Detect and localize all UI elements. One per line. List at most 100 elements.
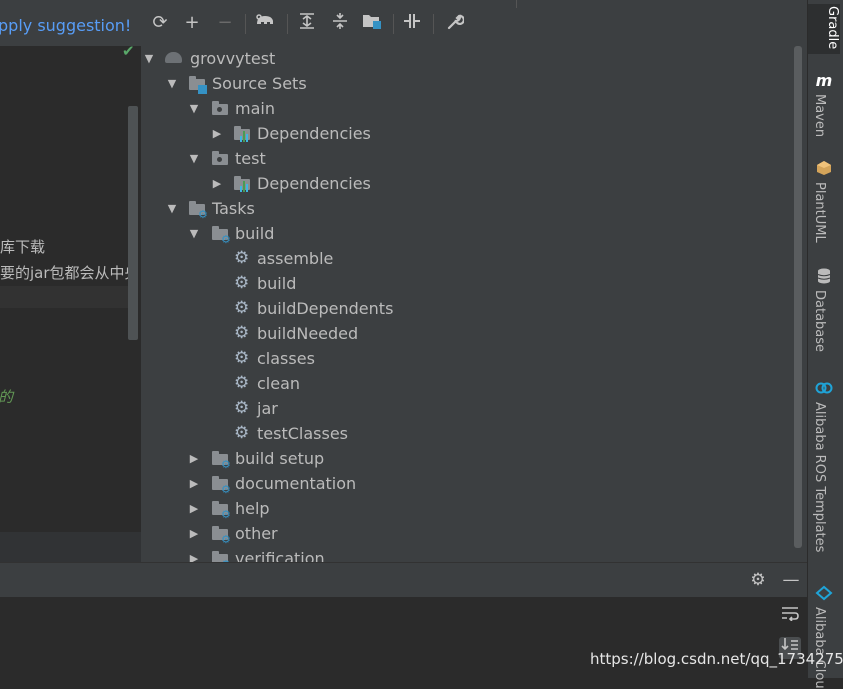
soft-wrap-icon[interactable] (779, 605, 801, 627)
code-comment: 的 (0, 386, 13, 407)
tree-node-label: main (235, 99, 275, 118)
tree-node-label: classes (257, 349, 315, 368)
tree-node-label: Dependencies (257, 174, 371, 193)
collapsed-arrow-icon[interactable]: ▶ (188, 496, 200, 521)
apply-suggestion-link[interactable]: pply suggestion! (0, 16, 131, 35)
tree-node-label: build (257, 274, 297, 293)
tree-node-task[interactable]: ⚙ assemble (141, 246, 541, 271)
bottom-panel-header: ⚙ — (0, 562, 807, 598)
gradle-elephant-icon[interactable] (254, 12, 276, 34)
tree-node-task-group[interactable]: ▶ ⚙ other (141, 521, 541, 546)
tree-node-task-group[interactable]: ▶ ⚙ verification (141, 546, 541, 562)
plus-icon[interactable]: + (181, 12, 203, 34)
gear-icon: ⚙ (234, 298, 250, 318)
gear-icon: ⚙ (234, 348, 250, 368)
alibaba-cloud-icon (815, 585, 833, 603)
expanded-arrow-icon[interactable]: ▼ (166, 71, 178, 96)
gear-icon: ⚙ (234, 373, 250, 393)
gear-icon: ⚙ (234, 248, 250, 268)
dependencies-icon (234, 126, 250, 142)
gradle-tool-window: ⟳ + − ▼ grovvytest ▼ Source Sets ▼ main … (141, 0, 807, 562)
expanded-arrow-icon[interactable]: ▼ (166, 196, 178, 221)
tree-node-label: documentation (235, 474, 357, 493)
editor-scrollbar[interactable] (128, 106, 138, 340)
minus-icon[interactable]: − (214, 12, 236, 34)
tree-node-task-group[interactable]: ▶ ⚙ build setup (141, 446, 541, 471)
collapsed-arrow-icon[interactable]: ▶ (188, 521, 200, 546)
tree-node-dependencies[interactable]: ▶ Dependencies (141, 121, 541, 146)
task-folder-icon: ⚙ (212, 551, 231, 562)
folder-icon (212, 101, 228, 117)
gear-icon: ⚙ (234, 323, 250, 343)
right-tool-strip: Gradle m Maven PlantUML Database Alibaba… (807, 0, 843, 689)
tab-plantuml[interactable]: PlantUML (812, 182, 827, 243)
plantuml-icon (815, 160, 833, 178)
expanded-arrow-icon[interactable]: ▼ (143, 46, 155, 71)
tree-node-label: buildDependents (257, 299, 394, 318)
tree-node-task-group[interactable]: ▶ ⚙ documentation (141, 471, 541, 496)
dependencies-icon (234, 176, 250, 192)
tree-node-main[interactable]: ▼ main (141, 96, 541, 121)
collapsed-arrow-icon[interactable]: ▶ (211, 121, 223, 146)
tree-node-test[interactable]: ▼ test (141, 146, 541, 171)
separator (245, 14, 246, 34)
tree-node-dependencies[interactable]: ▶ Dependencies (141, 171, 541, 196)
collapse-all-icon[interactable] (329, 12, 351, 34)
database-icon (815, 268, 833, 286)
alibaba-ros-icon (815, 380, 833, 398)
expand-all-icon[interactable] (296, 12, 318, 34)
collapsed-arrow-icon[interactable]: ▶ (211, 171, 223, 196)
current-line-highlight (0, 286, 128, 308)
collapsed-arrow-icon[interactable]: ▶ (188, 446, 200, 471)
tab-gradle[interactable]: Gradle (808, 4, 840, 54)
tree-node-label: assemble (257, 249, 334, 268)
separator (433, 14, 434, 34)
tree-node-label: testClasses (257, 424, 348, 443)
task-folder-icon: ⚙ (212, 501, 231, 520)
tab-alibaba-ros-templates[interactable]: Alibaba ROS Templates (812, 402, 827, 552)
tree-node-task[interactable]: ⚙ jar (141, 396, 541, 421)
toggle-offline-icon[interactable] (401, 12, 423, 34)
expanded-arrow-icon[interactable]: ▼ (188, 96, 200, 121)
watermark-url: https://blog.csdn.net/qq_17342753 (590, 650, 843, 668)
tree-node-label: Dependencies (257, 124, 371, 143)
tree-node-task[interactable]: ⚙ testClasses (141, 421, 541, 446)
collapsed-arrow-icon[interactable]: ▶ (188, 471, 200, 496)
folder-group-icon[interactable] (361, 12, 383, 34)
task-folder-icon: ⚙ (212, 476, 231, 495)
tree-node-task[interactable]: ⚙ buildDependents (141, 296, 541, 321)
code-line: 库下载 (0, 238, 46, 256)
tab-maven[interactable]: Maven (812, 94, 827, 137)
separator (287, 14, 288, 34)
tree-node-task[interactable]: ⚙ classes (141, 346, 541, 371)
tree-node-source-sets[interactable]: ▼ Source Sets (141, 71, 541, 96)
tree-node-label: help (235, 499, 270, 518)
tree-node-task-group[interactable]: ▶ ⚙ help (141, 496, 541, 521)
expanded-arrow-icon[interactable]: ▼ (188, 221, 200, 246)
tree-node-label: other (235, 524, 278, 543)
collapsed-arrow-icon[interactable]: ▶ (188, 546, 200, 562)
tree-node-project[interactable]: ▼ grovvytest (141, 46, 541, 71)
gradle-elephant-icon (165, 51, 182, 67)
task-folder-icon: ⚙ (212, 451, 231, 470)
gear-icon: ⚙ (234, 398, 250, 418)
wrench-icon[interactable] (444, 12, 466, 34)
tree-scrollbar[interactable] (794, 46, 802, 548)
check-icon: ✔ (122, 42, 135, 60)
editor-pane: pply suggestion! ✔ 库下载 要的jar包都会从中央 的 (0, 0, 141, 562)
gradle-project-tree: ▼ grovvytest ▼ Source Sets ▼ main ▶ Depe… (141, 46, 791, 562)
tab-alibaba-cloud[interactable]: Alibaba Clou (812, 607, 827, 689)
task-folder-icon: ⚙ (189, 201, 208, 220)
editor-footer (0, 532, 141, 562)
tree-node-task[interactable]: ⚙ buildNeeded (141, 321, 541, 346)
tree-node-task[interactable]: ⚙ clean (141, 371, 541, 396)
gear-icon[interactable]: ⚙ (747, 569, 769, 591)
refresh-icon[interactable]: ⟳ (149, 12, 171, 34)
expanded-arrow-icon[interactable]: ▼ (188, 146, 200, 171)
tab-database[interactable]: Database (812, 290, 827, 352)
minimize-icon[interactable]: — (780, 569, 802, 591)
tree-node-tasks[interactable]: ▼ ⚙ Tasks (141, 196, 541, 221)
source-sets-icon (189, 76, 207, 94)
tree-node-task[interactable]: ⚙ build (141, 271, 541, 296)
tree-node-build-group[interactable]: ▼ ⚙ build (141, 221, 541, 246)
